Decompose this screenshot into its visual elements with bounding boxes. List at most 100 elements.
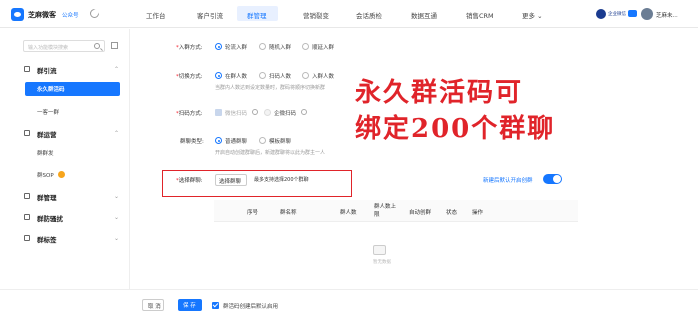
user-name[interactable]: 芝麻未... xyxy=(656,11,678,19)
people-icon xyxy=(24,66,30,72)
auto-create-toggle[interactable] xyxy=(543,174,562,184)
grid-icon xyxy=(24,193,30,199)
column-header: 群人数上限 xyxy=(374,204,397,218)
enable-by-default-checkbox[interactable] xyxy=(212,302,219,309)
sidebar-item-label: 一客一群 xyxy=(37,110,60,116)
help-icon[interactable] xyxy=(252,109,258,115)
sidebar-item-one-customer-one-group[interactable]: 一客一群 xyxy=(25,105,120,119)
switch-mode-radio-members[interactable] xyxy=(215,72,222,79)
group-type-radio-normal[interactable] xyxy=(215,137,222,144)
join-mode-option-label: 顺延入群 xyxy=(312,45,335,51)
nav-item-group-management[interactable]: 群管理 xyxy=(247,10,267,20)
column-header: 群名称 xyxy=(280,210,297,216)
scan-mode-wecom-checkbox[interactable] xyxy=(264,109,271,116)
group-type-option-label: 模板群聊 xyxy=(269,139,292,145)
shield-icon xyxy=(24,214,30,220)
scan-mode-wechat-checkbox[interactable] xyxy=(215,109,222,116)
select-group-hint: 最多支持选择200个群聊 xyxy=(254,177,309,183)
scan-mode-option-label: 微信扫码 xyxy=(225,111,248,117)
enterprise-tag: 企业微信 xyxy=(608,12,626,17)
sidebar-item-group-sop[interactable]: 群SOP xyxy=(25,168,120,182)
sidebar-group-group-operations[interactable]: 群运营 ⌃ xyxy=(0,126,130,140)
scan-mode-option-label: 企微扫码 xyxy=(274,111,297,117)
help-icon[interactable] xyxy=(301,109,307,115)
join-mode-radio-random[interactable] xyxy=(259,43,266,50)
sidebar-item-group-broadcast[interactable]: 群群发 xyxy=(25,146,120,160)
switch-mode-option-label: 在群人数 xyxy=(225,74,248,80)
sidebar-item-label: 群群发 xyxy=(37,151,54,157)
join-mode-radio-round-robin[interactable] xyxy=(215,43,222,50)
form-footer: 取 消 保 存 群活码创建后默认启用 xyxy=(0,289,698,318)
sidebar-group-group-acquisition[interactable]: 群引流 ⌃ xyxy=(0,62,130,76)
column-header: 群人数 xyxy=(340,210,357,216)
join-mode-option-label: 随机入群 xyxy=(269,45,292,51)
cancel-button-label: 取 消 xyxy=(148,304,161,310)
enable-by-default-label: 群活码创建后默认启用 xyxy=(223,304,279,310)
join-mode-option-label: 轮流入群 xyxy=(225,45,248,51)
select-group-label: *选择群聊: xyxy=(176,178,203,184)
sidebar-group-label: 群防骚扰 xyxy=(37,215,63,223)
sidebar: 输入功能模块搜索 群引流 ⌃ 永久群活码 一客一群 群运营 ⌃ 群群发 群SOP… xyxy=(0,29,130,318)
switch-mode-label: *切换方式: xyxy=(176,74,203,80)
official-account-link[interactable]: 公众号 xyxy=(62,11,79,19)
nav-item-sales-crm[interactable]: 销售CRM xyxy=(466,10,494,20)
sidebar-item-label: 永久群活码 xyxy=(37,87,65,93)
group-type-label: 群聊类型: xyxy=(180,139,204,145)
chevron-down-icon: ⌄ xyxy=(114,214,120,221)
join-mode-radio-sequential[interactable] xyxy=(302,43,309,50)
switch-mode-radio-joins[interactable] xyxy=(302,72,309,79)
sidebar-search-input[interactable]: 输入功能模块搜索 xyxy=(23,40,105,52)
collapse-menu-icon[interactable] xyxy=(111,42,118,49)
group-type-radio-template[interactable] xyxy=(259,137,266,144)
nav-item-more[interactable]: 更多 ⌄ xyxy=(522,10,543,20)
sidebar-group-label: 群运营 xyxy=(37,131,57,139)
scan-mode-label: *扫码方式: xyxy=(176,111,203,117)
switch-mode-option-label: 扫码人数 xyxy=(269,74,292,80)
annotation-line-1: 永久群活码可 xyxy=(355,78,524,108)
save-button[interactable]: 保 存 xyxy=(178,299,202,311)
join-mode-label: *入群方式: xyxy=(176,45,203,51)
theme-toggle-icon[interactable] xyxy=(90,9,99,18)
save-button-label: 保 存 xyxy=(183,303,196,309)
column-header: 序号 xyxy=(247,210,259,216)
empty-box-icon xyxy=(373,245,386,255)
brand-logo-icon xyxy=(11,8,24,21)
sidebar-group-group-tags[interactable]: 群标签 ⌄ xyxy=(0,231,130,245)
nav-item-customer-acquisition[interactable]: 客户引流 xyxy=(197,10,223,20)
sidebar-group-label: 群标签 xyxy=(37,236,57,244)
annotation-line-2: 绑定200个群聊 xyxy=(355,114,556,144)
switch-mode-option-label: 入群人数 xyxy=(312,74,335,80)
column-header: 自动创群 xyxy=(409,210,432,216)
search-placeholder: 输入功能模块搜索 xyxy=(28,45,69,51)
nav-item-marketing-fission[interactable]: 营销裂变 xyxy=(303,10,329,20)
empty-state-text: 暂无数据 xyxy=(373,260,391,265)
switch-mode-radio-scans[interactable] xyxy=(259,72,266,79)
brand-name: 芝麻微客 xyxy=(28,11,56,19)
sidebar-item-label: 群SOP xyxy=(37,173,54,179)
chevron-up-icon: ⌃ xyxy=(114,130,120,137)
sidebar-group-group-management[interactable]: 群管理 ⌄ xyxy=(0,189,130,203)
switch-mode-hint: 当群内人数达到设定数量时，群码将顺序切换新群 xyxy=(215,85,326,91)
group-table-body xyxy=(214,222,578,270)
vip-badge-icon xyxy=(628,10,637,17)
group-type-option-label: 普通群聊 xyxy=(225,139,248,145)
group-table-header: 序号 群名称 群人数 群人数上限 自动创群 状态 操作 xyxy=(214,200,578,222)
sidebar-group-label: 群管理 xyxy=(37,194,57,202)
top-navigation-bar: 芝麻微客 公众号 工作台 客户引流 群管理 营销裂变 会话质检 数据互通 销售C… xyxy=(0,0,698,28)
tag-icon xyxy=(24,235,30,241)
sidebar-group-anti-harassment[interactable]: 群防骚扰 ⌄ xyxy=(0,210,130,224)
select-group-button[interactable]: 选择群聊 xyxy=(215,174,247,186)
nav-item-session-inspection[interactable]: 会话质检 xyxy=(356,10,382,20)
avatar[interactable] xyxy=(641,8,653,20)
nav-item-workbench[interactable]: 工作台 xyxy=(146,10,166,20)
auto-create-label: 新建后默认开启创群 xyxy=(483,178,533,184)
chevron-down-icon: ⌄ xyxy=(114,193,120,200)
search-icon[interactable] xyxy=(94,43,100,49)
chevron-down-icon: ⌄ xyxy=(114,235,120,242)
cancel-button[interactable]: 取 消 xyxy=(142,299,164,311)
chevron-up-icon: ⌃ xyxy=(114,66,120,73)
nav-item-data-sync[interactable]: 数据互通 xyxy=(411,10,437,20)
sidebar-item-permanent-group-code[interactable]: 永久群活码 xyxy=(25,82,120,96)
group-type-hint: 开启自动创建群聊后，新建群聊将以此为群主一人 xyxy=(215,150,326,156)
select-group-button-label: 选择群聊 xyxy=(219,179,242,185)
